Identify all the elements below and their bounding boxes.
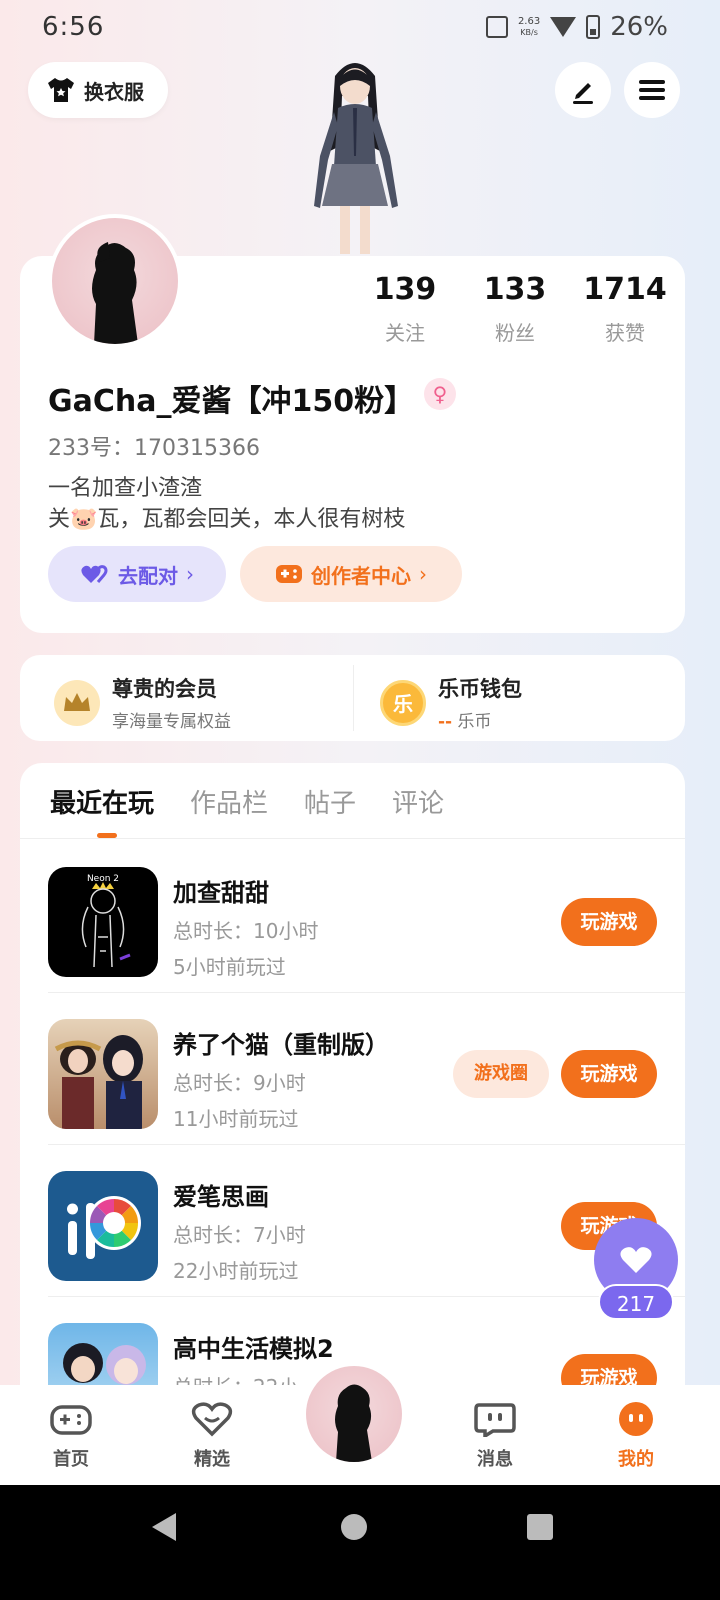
profile-stats: 139 关注 133 粉丝 1714 获赞 <box>350 272 680 346</box>
home-icon[interactable] <box>341 1514 367 1540</box>
floating-like-button[interactable]: 217 <box>594 1218 678 1322</box>
game-title: 高中生活模拟2 <box>173 1335 334 1363</box>
game-thumbnail: Neon 2 <box>48 867 158 977</box>
membership-card: 尊贵的会员 享海量专属权益 乐 乐币钱包 -- 乐币 <box>20 655 685 741</box>
change-outfit-button[interactable]: 换衣服 <box>28 62 168 118</box>
user-id: 233号：170315366 <box>48 436 260 461</box>
edit-profile-button[interactable] <box>555 62 611 118</box>
wallet-entry[interactable]: 乐 乐币钱包 -- 乐币 <box>380 673 522 732</box>
stat-likes[interactable]: 1714 获赞 <box>570 272 680 346</box>
creator-center-button[interactable]: 创作者中心 › <box>240 546 462 602</box>
avatar-3d-figure[interactable] <box>290 56 420 256</box>
bio: 一名加查小渣渣 关🐷瓦，瓦都会回关，本人很有树枝 <box>48 476 406 532</box>
list-item[interactable]: 养了个猫（重制版） 总时长：9小时 11小时前玩过 游戏圈 玩游戏 <box>48 993 685 1145</box>
content-tabs: 最近在玩 作品栏 帖子 评论 <box>50 783 444 820</box>
game-duration: 总时长：10小时 <box>173 919 319 943</box>
system-nav-bar <box>0 1485 720 1600</box>
game-last-played: 5小时前玩过 <box>173 955 286 979</box>
coin-icon: 乐 <box>380 679 426 726</box>
game-duration: 总时长：9小时 <box>173 1071 306 1095</box>
battery-percent: 26% <box>610 12 668 42</box>
nav-home[interactable]: 首页 <box>31 1401 111 1471</box>
pencil-icon <box>573 83 593 104</box>
game-last-played: 11小时前玩过 <box>173 1107 299 1131</box>
vip-entry[interactable]: 尊贵的会员 享海量专属权益 <box>54 673 231 732</box>
double-heart-icon <box>81 565 108 583</box>
content-card: 最近在玩 作品栏 帖子 评论 Neon 2 加查甜甜 总时长：10小时 5小时前… <box>20 763 685 1463</box>
status-bar: 6:56 2.63 KB/s 26% <box>0 0 720 56</box>
divider <box>353 665 354 731</box>
vibrate-icon <box>485 16 508 38</box>
chevron-right-icon: › <box>186 562 194 586</box>
play-game-button[interactable]: 玩游戏 <box>561 898 657 946</box>
heart-outline-icon <box>191 1402 233 1437</box>
game-last-played: 22小时前玩过 <box>173 1259 299 1283</box>
game-thumbnail <box>48 1019 158 1129</box>
change-outfit-label: 换衣服 <box>84 79 144 104</box>
game-circle-button[interactable]: 游戏圈 <box>453 1050 549 1098</box>
crown-icon <box>54 679 100 726</box>
nav-avatar-button[interactable] <box>300 1360 408 1468</box>
game-duration: 总时长：7小时 <box>173 1223 306 1247</box>
game-title: 养了个猫（重制版） <box>173 1031 389 1059</box>
smiley-icon <box>619 1402 653 1436</box>
like-count: 217 <box>598 1284 674 1320</box>
tshirt-icon <box>48 78 74 102</box>
nav-messages[interactable]: 消息 <box>455 1401 535 1471</box>
back-icon[interactable] <box>152 1513 176 1541</box>
hamburger-icon <box>639 80 665 100</box>
stat-followers[interactable]: 133 粉丝 <box>460 272 570 346</box>
game-title: 加查甜甜 <box>173 879 269 907</box>
chat-icon <box>474 1403 516 1440</box>
female-gender-icon: ♀ <box>424 378 456 410</box>
net-speed: 2.63 KB/s <box>517 16 541 37</box>
status-time: 6:56 <box>42 12 105 42</box>
status-icons: 2.63 KB/s 26% <box>485 12 668 42</box>
profile-avatar[interactable] <box>48 214 182 348</box>
game-title: 爱笔思画 <box>173 1183 269 1211</box>
nav-featured[interactable]: 精选 <box>172 1401 252 1471</box>
game-thumbnail <box>48 1171 158 1281</box>
tab-works[interactable]: 作品栏 <box>190 783 268 820</box>
play-game-button[interactable]: 玩游戏 <box>561 1050 657 1098</box>
battery-icon <box>586 15 601 39</box>
list-item[interactable]: Neon 2 加查甜甜 总时长：10小时 5小时前玩过 玩游戏 <box>48 841 685 993</box>
tab-posts[interactable]: 帖子 <box>304 783 356 820</box>
recents-icon[interactable] <box>527 1514 553 1540</box>
tab-comments[interactable]: 评论 <box>392 783 444 820</box>
nav-me[interactable]: 我的 <box>596 1401 676 1471</box>
divider <box>20 838 685 839</box>
avatar <box>306 1366 402 1462</box>
tab-recent[interactable]: 最近在玩 <box>50 783 154 820</box>
gamepad-icon <box>276 565 302 583</box>
username: GaCha_爱酱【冲150粉】 <box>48 384 415 419</box>
silhouette-image <box>92 242 138 344</box>
list-item[interactable]: 爱笔思画 总时长：7小时 22小时前玩过 玩游戏 <box>48 1145 685 1297</box>
chevron-right-icon: › <box>419 562 427 586</box>
stat-following[interactable]: 139 关注 <box>350 272 460 346</box>
gamepad-icon <box>50 1405 92 1435</box>
pair-button[interactable]: 去配对 › <box>48 546 226 602</box>
menu-button[interactable] <box>624 62 680 118</box>
wifi-icon <box>550 17 577 37</box>
